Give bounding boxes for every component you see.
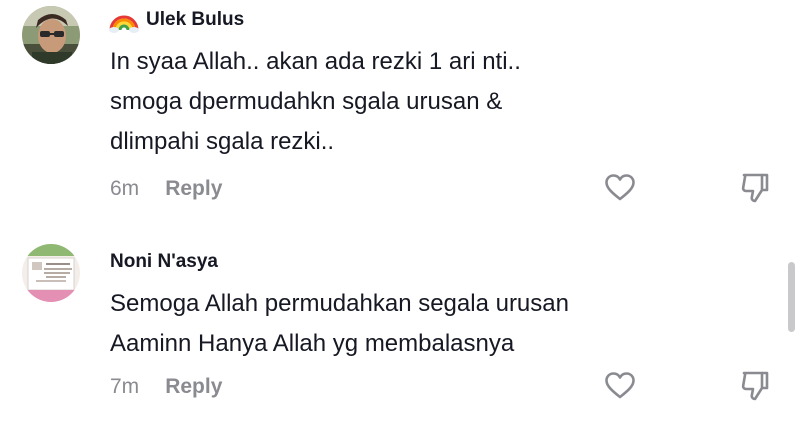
reply-button[interactable]: Reply [165, 177, 222, 200]
avatar[interactable] [22, 244, 80, 302]
scrollbar[interactable] [788, 262, 795, 332]
rainbow-icon [108, 6, 140, 34]
comment-text-line: In syaa Allah.. akan ada rezki 1 ari nti… [110, 48, 521, 75]
comment-text-line: Aaminn Hanya Allah yg membalasnya [110, 330, 515, 357]
thumbs-down-icon[interactable] [738, 171, 772, 205]
comment-text: Semoga Allah permudahkan segala urusan A… [110, 284, 670, 364]
comment-username[interactable]: Noni N'asya [110, 250, 218, 274]
reply-button[interactable]: Reply [165, 375, 222, 398]
comment-item: Noni N'asya Semoga Allah permudahkan seg… [0, 236, 800, 424]
thumbs-down-icon[interactable] [738, 369, 772, 403]
comment-username[interactable]: Ulek Bulus [146, 8, 244, 32]
comment-meta: 7m Reply [110, 374, 222, 400]
heart-icon[interactable] [603, 369, 637, 403]
comment-time: 7m [110, 375, 140, 398]
comment-text-line: Semoga Allah permudahkan segala urusan [110, 290, 569, 317]
heart-icon[interactable] [603, 171, 637, 205]
comment-time: 6m [110, 177, 140, 200]
comment-text-line: dlimpahi sgala rezki.. [110, 128, 335, 155]
comment-item: Ulek Bulus In syaa Allah.. akan ada rezk… [0, 0, 800, 224]
comment-meta: 6m Reply [110, 176, 222, 202]
comment-text-line: smoga dpermudahkn sgala urusan & [110, 88, 503, 115]
avatar[interactable] [22, 6, 80, 64]
comment-text: In syaa Allah.. akan ada rezki 1 ari nti… [110, 42, 670, 162]
